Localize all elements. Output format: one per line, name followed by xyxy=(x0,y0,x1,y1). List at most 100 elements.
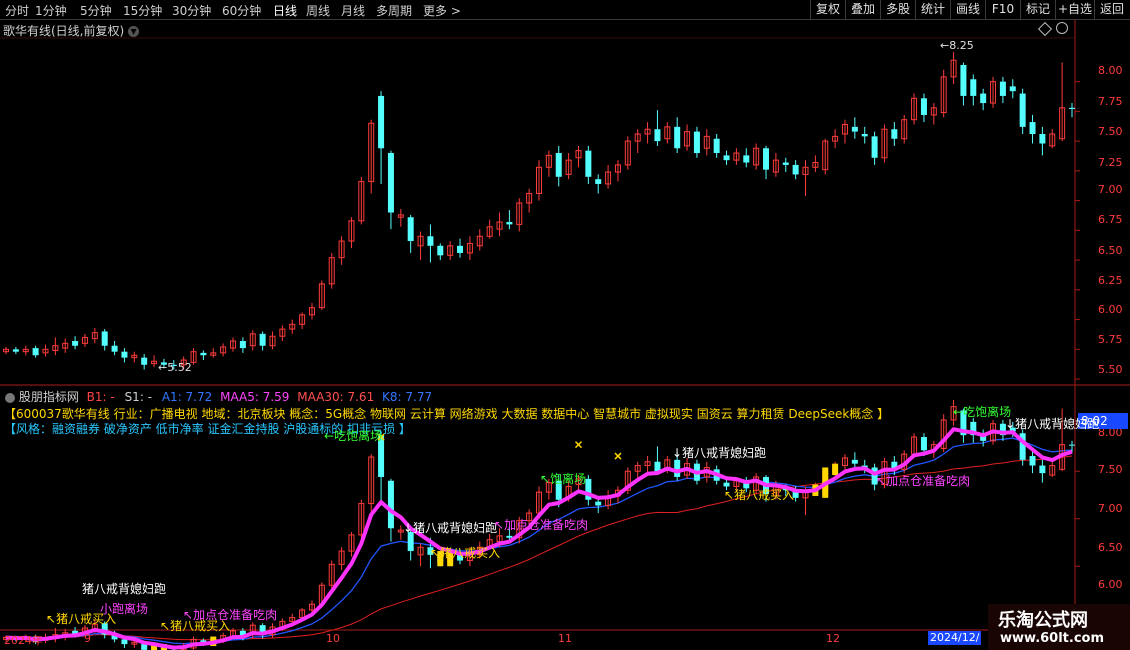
annotation-buy-4: ↖猪八戒买入 xyxy=(724,488,795,502)
upper-candle-down xyxy=(555,153,562,177)
upper-candle-down xyxy=(585,150,592,177)
lower-tick-650: 6.50 xyxy=(1098,541,1123,554)
low-price-label: ←5.52 xyxy=(158,361,192,374)
upper-candle-down xyxy=(427,236,434,246)
maa5-line xyxy=(5,427,1073,650)
s1-value: S1: - xyxy=(124,390,153,404)
upper-candle-down xyxy=(595,179,602,184)
upper-candle-down xyxy=(378,95,385,149)
indicator-name[interactable]: 股朋指标网 xyxy=(19,390,79,404)
annotation-paolu-4: ↓猪八戒背媳妇跑 xyxy=(1005,417,1100,431)
lower-candle-down xyxy=(506,535,513,538)
annotation-paolu-2: ↓猪八戒背媳妇跑 xyxy=(403,521,498,535)
watermark: 乐淘公式网 www.60lt.com xyxy=(988,604,1130,650)
signal-candle xyxy=(832,463,839,476)
annotation-jiadian-3: ↖加点仓准备吃肉 xyxy=(876,474,971,488)
date-cursor-label: 2024/12/ xyxy=(928,631,982,645)
upper-candle-down xyxy=(12,349,19,352)
watermark-title: 乐淘公式网 xyxy=(998,610,1088,631)
annotation-jiadian-2: ↖加点仓准备吃肉 xyxy=(494,518,589,532)
upper-candle-down xyxy=(743,155,750,163)
annotation-buy-3: ↖猪八戒买入 xyxy=(430,546,501,560)
upper-tick-650: 6.50 xyxy=(1098,244,1123,257)
sell-x-marker xyxy=(614,452,622,460)
upper-candle-down xyxy=(121,351,128,358)
annotation-chibao-2: ←吃饱离场 xyxy=(953,405,1012,419)
a1-line xyxy=(5,437,1073,645)
upper-candle-down xyxy=(970,79,977,96)
upper-candle-down xyxy=(1069,107,1075,109)
lower-tick-600: 6.00 xyxy=(1098,578,1123,591)
upper-candle-down xyxy=(723,155,730,161)
chart-frame xyxy=(0,20,1130,631)
upper-tick-750: 7.50 xyxy=(1098,125,1123,138)
upper-candle-down xyxy=(871,136,878,158)
upper-tick-575: 5.75 xyxy=(1098,333,1123,346)
annotation-chibao-1: ←吃饱离场 xyxy=(324,429,383,443)
lower-tick-750: 7.50 xyxy=(1098,463,1123,476)
upper-candle-down xyxy=(1019,93,1026,127)
annotation-paolu-1: 猪八戒背媳妇跑 xyxy=(82,582,167,596)
upper-tick-725: 7.25 xyxy=(1098,156,1123,169)
upper-tick-700: 7.00 xyxy=(1098,183,1123,196)
lower-magenta-line xyxy=(5,427,1073,650)
annotation-lichang-2: ↖饱离场 xyxy=(540,472,587,486)
maa5-value: MAA5: 7.59 xyxy=(220,390,290,404)
kline-chart[interactable] xyxy=(0,0,1130,650)
upper-candle-down xyxy=(437,245,444,256)
upper-candle-down xyxy=(457,245,464,253)
upper-candle-down xyxy=(111,345,118,352)
upper-candle-down xyxy=(713,138,720,154)
upper-candles xyxy=(3,51,1075,370)
lower-candle-down xyxy=(851,459,858,464)
upper-candle-down xyxy=(861,133,868,137)
lower-candle-down xyxy=(1039,465,1046,474)
upper-candle-down xyxy=(387,153,394,213)
date-label-10: 10 xyxy=(326,632,340,645)
indicator-settings-icon[interactable] xyxy=(5,392,15,403)
date-label-2024: 2024年 xyxy=(4,634,43,647)
date-label-12: 12 xyxy=(826,632,840,645)
upper-candle-down xyxy=(239,340,246,349)
upper-candle-down xyxy=(506,222,513,225)
high-price-label: ←8.25 xyxy=(940,39,974,52)
upper-candle-down xyxy=(674,126,681,149)
upper-candle-down xyxy=(407,217,414,242)
upper-candle-down xyxy=(141,357,148,365)
upper-candle-down xyxy=(1029,122,1036,134)
lower-candle-down xyxy=(1029,456,1036,466)
sell-x-marker xyxy=(574,441,583,449)
upper-tick-600: 6.00 xyxy=(1098,303,1123,316)
upper-candle-down xyxy=(1009,86,1016,92)
b1-value: B1: - xyxy=(86,390,115,404)
upper-candle-down xyxy=(101,331,108,346)
lower-candle-down xyxy=(654,461,661,472)
upper-candle-down xyxy=(1039,133,1046,144)
upper-candle-down xyxy=(763,148,770,170)
upper-tick-625: 6.25 xyxy=(1098,274,1123,287)
upper-tick-775: 7.75 xyxy=(1098,95,1123,108)
upper-tick-800: 8.00 xyxy=(1098,64,1123,77)
lower-candle-down xyxy=(920,437,927,451)
lower-candle-down xyxy=(595,501,602,506)
date-label-9: 9 xyxy=(84,632,91,645)
upper-candle-down xyxy=(32,348,39,356)
upper-candle-down xyxy=(999,81,1006,96)
upper-candle-down xyxy=(693,131,700,154)
k8-value: K8: 7.77 xyxy=(382,390,433,404)
upper-candle-down xyxy=(259,333,266,346)
upper-tick-675: 6.75 xyxy=(1098,213,1123,226)
indicator-header: 股朋指标网 B1: - S1: - A1: 7.72 MAA5: 7.59 MA… xyxy=(5,388,432,405)
upper-tick-550: 5.50 xyxy=(1098,363,1123,376)
upper-candle-down xyxy=(782,162,789,165)
maa30-value: MAA30: 7.61 xyxy=(297,390,375,404)
lower-candle-down xyxy=(1069,444,1075,446)
upper-candle-down xyxy=(920,98,927,115)
lower-candle-down xyxy=(674,459,681,477)
a1-value: A1: 7.72 xyxy=(161,390,213,404)
annotation-paolu-3: ↓猪八戒背媳妇跑 xyxy=(672,446,767,460)
lower-lines xyxy=(5,437,1073,645)
upper-candle-down xyxy=(851,126,858,132)
watermark-url: www.60lt.com xyxy=(1000,631,1105,646)
upper-candle-down xyxy=(792,164,799,175)
